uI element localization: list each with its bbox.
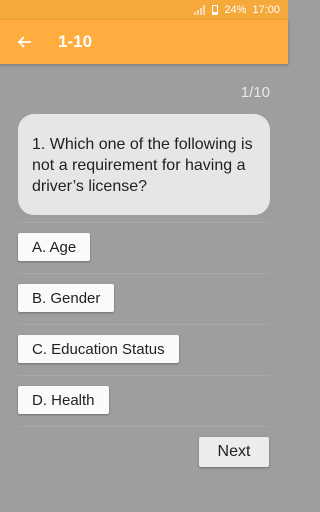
divider <box>18 426 270 427</box>
question-bubble: 1. Which one of the following is not a r… <box>18 114 270 215</box>
divider <box>18 375 270 376</box>
option-a-button[interactable]: A. Age <box>18 233 91 261</box>
divider <box>18 273 270 274</box>
divider <box>18 222 270 223</box>
app-bar: 1-10 <box>0 20 288 64</box>
divider <box>18 324 270 325</box>
status-bar: 24% 17:00 <box>0 0 288 20</box>
battery-icon <box>212 5 219 15</box>
back-arrow-icon[interactable] <box>12 30 36 54</box>
option-c-button[interactable]: C. Education Status <box>18 335 179 363</box>
question-progress: 1/10 <box>240 84 270 101</box>
next-button[interactable]: Next <box>199 437 269 467</box>
option-d-button[interactable]: D. Health <box>18 386 109 414</box>
option-b-button[interactable]: B. Gender <box>18 284 115 312</box>
battery-level: 24% <box>224 4 247 16</box>
question-text: 1. Which one of the following is not a r… <box>32 136 253 195</box>
signal-icon <box>194 5 206 15</box>
page-title: 1-10 <box>58 32 93 51</box>
clock: 17:00 <box>252 4 280 16</box>
